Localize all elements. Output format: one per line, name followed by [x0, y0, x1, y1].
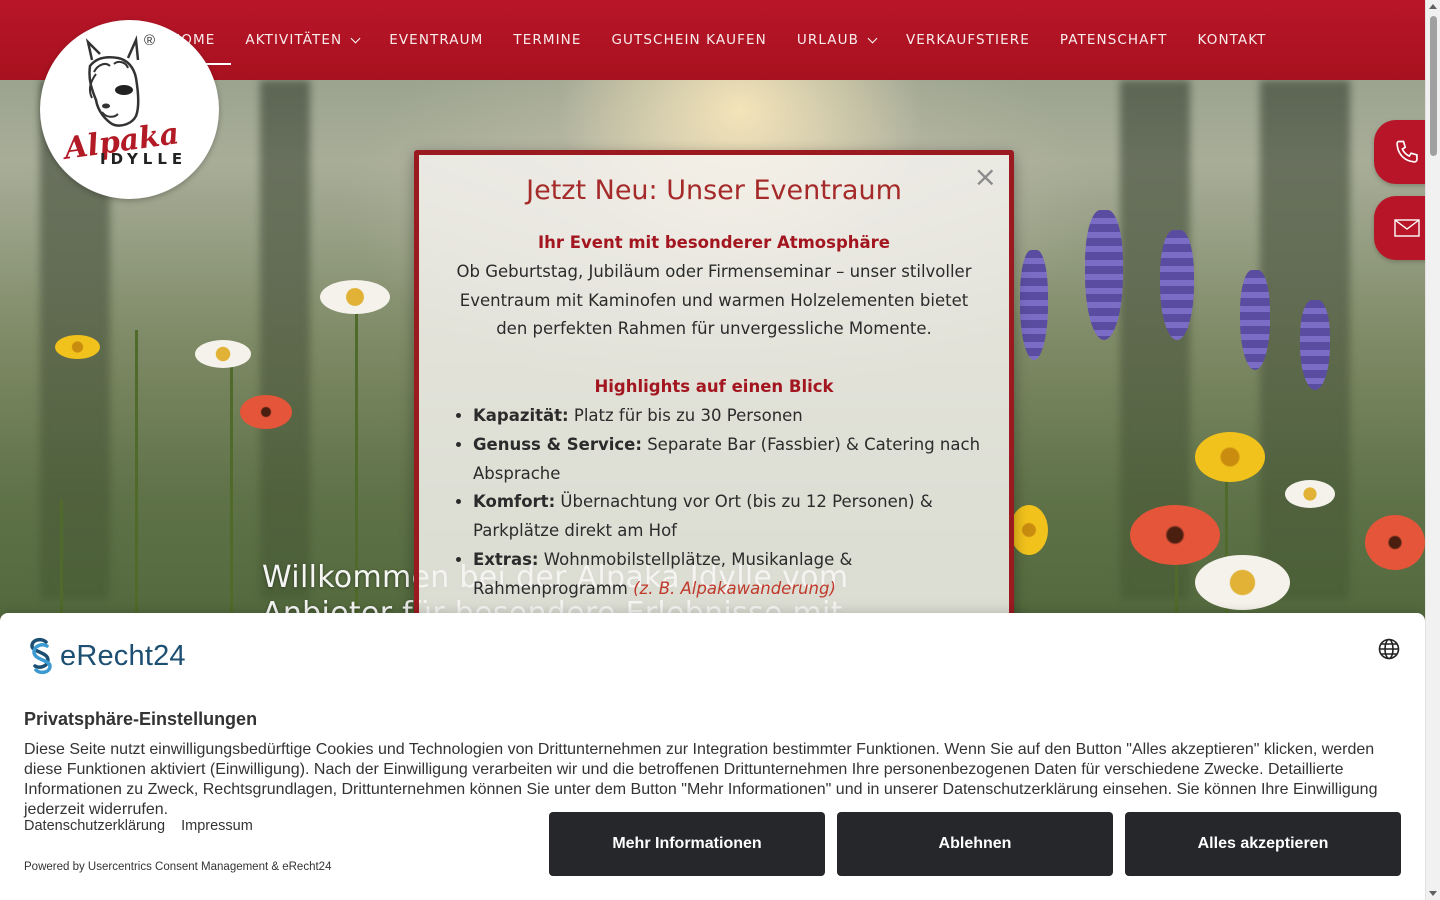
- section-sign-icon: [30, 637, 52, 675]
- mail-icon: [1394, 219, 1420, 237]
- nav-item-label: AKTIVITÄTEN: [245, 32, 343, 48]
- decline-button[interactable]: Ablehnen: [837, 812, 1113, 876]
- privacy-policy-link[interactable]: Datenschutzerklärung: [24, 818, 165, 834]
- registered-mark: ®: [144, 32, 156, 49]
- highlight-label: Genuss & Service:: [473, 434, 642, 454]
- imprint-link[interactable]: Impressum: [181, 818, 253, 834]
- alpaca-head-icon: [85, 35, 140, 127]
- highlight-label: Kapazität:: [473, 405, 569, 425]
- popup-body: Ihr Event mit besonderer Atmosphäre Ob G…: [445, 229, 983, 604]
- logo-subtitle: IDYLLE: [100, 150, 188, 168]
- popup-subtitle: Ihr Event mit besonderer Atmosphäre: [538, 233, 890, 252]
- nav-item-gutschein[interactable]: GUTSCHEIN KAUFEN: [611, 0, 766, 80]
- cookie-consent-banner: eRecht24 Privatsphäre-Einstellungen Dies…: [0, 613, 1425, 900]
- chevron-down-icon: [350, 33, 361, 43]
- consent-links: Datenschutzerklärung Impressum: [24, 818, 265, 834]
- highlight-item: Komfort: Übernachtung vor Ort (bis zu 12…: [473, 488, 983, 546]
- accept-all-button[interactable]: Alles akzeptieren: [1125, 812, 1401, 876]
- page-scrollbar[interactable]: [1425, 0, 1440, 900]
- powered-by-text: Powered by Usercentrics Consent Manageme…: [24, 861, 332, 873]
- erecht24-brand: eRecht24: [60, 639, 186, 672]
- consent-description: Diese Seite nutzt einwilligungsbedürftig…: [24, 741, 1378, 818]
- nav-item-aktivitaeten[interactable]: AKTIVITÄTEN: [245, 0, 361, 80]
- nav-item-label: URLAUB: [796, 32, 859, 48]
- highlight-label: Extras:: [473, 549, 539, 569]
- more-information-button[interactable]: Mehr Informationen: [549, 812, 825, 876]
- highlight-extra: (z. B. Alpakawanderung): [633, 578, 836, 598]
- nav-item-verkaufstiere[interactable]: VERKAUFSTIERE: [906, 0, 1030, 80]
- highlight-item: Extras: Wohnmobilstellplätze, Musikanlag…: [473, 546, 983, 604]
- nav-item-kontakt[interactable]: KONTAKT: [1198, 0, 1267, 80]
- nav-item-eventraum[interactable]: EVENTRAUM: [389, 0, 483, 80]
- highlight-label: Komfort:: [473, 492, 556, 512]
- popup-intro: Ob Geburtstag, Jubiläum oder Firmensemin…: [456, 261, 972, 339]
- main-nav: HOME AKTIVITÄTEN EVENTRAUM TERMINE GUTSC…: [165, 0, 1297, 80]
- nav-item-termine[interactable]: TERMINE: [513, 0, 581, 80]
- scroll-up-icon[interactable]: [1429, 4, 1437, 9]
- highlights-list: Kapazität: Platz für bis zu 30 Personen …: [469, 402, 983, 604]
- phone-icon: [1396, 140, 1418, 163]
- consent-title: Privatsphäre-Einstellungen: [24, 709, 258, 729]
- nav-item-label: EVENTRAUM: [389, 32, 484, 48]
- nav-item-patenschaft[interactable]: PATENSCHAFT: [1060, 0, 1168, 80]
- event-popup: × Jetzt Neu: Unser Eventraum Ihr Event m…: [414, 150, 1014, 630]
- nav-item-label: VERKAUFSTIERE: [905, 32, 1030, 48]
- nav-item-label: KONTAKT: [1197, 32, 1267, 48]
- highlights-title: Highlights auf einen Blick: [594, 377, 834, 397]
- nav-item-label: GUTSCHEIN KAUFEN: [611, 32, 767, 48]
- scroll-down-icon[interactable]: [1429, 891, 1437, 896]
- highlight-item: Kapazität: Platz für bis zu 30 Personen: [473, 402, 983, 431]
- erecht24-logo: eRecht24: [24, 636, 186, 676]
- scrollbar-thumb[interactable]: [1430, 16, 1437, 156]
- globe-icon[interactable]: [1378, 638, 1400, 665]
- nav-item-label: PATENSCHAFT: [1059, 32, 1168, 48]
- nav-item-label: TERMINE: [513, 32, 582, 48]
- highlight-item: Genuss & Service: Separate Bar (Fassbier…: [473, 431, 983, 489]
- site-logo[interactable]: ® Alpaka IDYLLE: [40, 20, 219, 199]
- highlight-text: Platz für bis zu 30 Personen: [573, 405, 803, 425]
- chevron-down-icon: [867, 33, 878, 43]
- nav-item-urlaub[interactable]: URLAUB: [796, 0, 878, 80]
- popup-title: Jetzt Neu: Unser Eventraum: [526, 175, 902, 206]
